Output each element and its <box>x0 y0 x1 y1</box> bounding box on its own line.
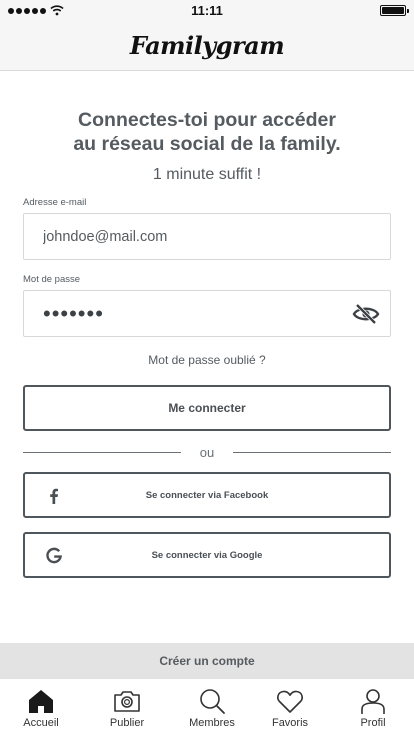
forgot-password-link[interactable]: Mot de passe oublié ? <box>0 353 414 367</box>
or-divider: ou <box>23 444 391 460</box>
status-time: 11:11 <box>191 3 223 18</box>
tab-label-publier: Publier <box>109 717 145 729</box>
battery-full-icon <box>380 5 409 16</box>
tab-label-accueil: Accueil <box>23 717 59 729</box>
tab-membres[interactable]: Membres <box>172 679 252 736</box>
password-label: Mot de passe <box>23 274 81 285</box>
tab-accueil[interactable]: Accueil <box>1 679 81 736</box>
home-icon <box>29 690 53 713</box>
email-field-box <box>23 213 391 260</box>
tab-label-profil: Profil <box>360 717 386 729</box>
divider-line-right <box>233 452 391 453</box>
password-field-box <box>23 290 391 337</box>
app-logo: Familygram <box>129 31 285 60</box>
tab-label-membres: Membres <box>189 717 235 729</box>
bottom-tab-bar: Accueil Publier Membres Favoris Profil <box>0 678 414 736</box>
create-account-label: Créer un compte <box>159 653 255 668</box>
tab-label-favoris: Favoris <box>271 717 309 729</box>
user-icon <box>361 689 385 714</box>
status-bar: 11:11 <box>0 0 414 22</box>
create-account-button[interactable]: Créer un compte <box>0 643 414 678</box>
app-header: Familygram <box>0 22 414 71</box>
facebook-login-label: Se connecter via Facebook <box>145 489 269 501</box>
google-login-label: Se connecter via Google <box>151 549 263 561</box>
camera-icon <box>114 691 140 712</box>
login-button-label: Me connecter <box>168 401 246 415</box>
subtitle: 1 minute suffit ! <box>152 166 262 183</box>
tab-profil[interactable]: Profil <box>333 679 413 736</box>
eye-off-icon[interactable] <box>352 303 380 325</box>
tab-publier[interactable]: Publier <box>87 679 167 736</box>
facebook-icon <box>50 488 58 504</box>
email-field[interactable] <box>24 214 390 259</box>
google-icon <box>46 547 63 564</box>
heart-icon <box>277 690 303 713</box>
search-icon <box>200 689 225 714</box>
login-button[interactable]: Me connecter <box>23 385 391 431</box>
facebook-login-button[interactable]: Se connecter via Facebook <box>23 472 391 518</box>
tab-favoris[interactable]: Favoris <box>250 679 330 736</box>
headline-line-1: Connectes-toi pour accéder <box>78 109 336 131</box>
email-label: Adresse e-mail <box>23 197 87 208</box>
headline-line-2: au réseau social de la family. <box>73 133 341 155</box>
page-title: Connectes-toi pour accéder au réseau soc… <box>20 108 394 156</box>
password-field[interactable] <box>24 291 390 336</box>
google-login-button[interactable]: Se connecter via Google <box>23 532 391 578</box>
